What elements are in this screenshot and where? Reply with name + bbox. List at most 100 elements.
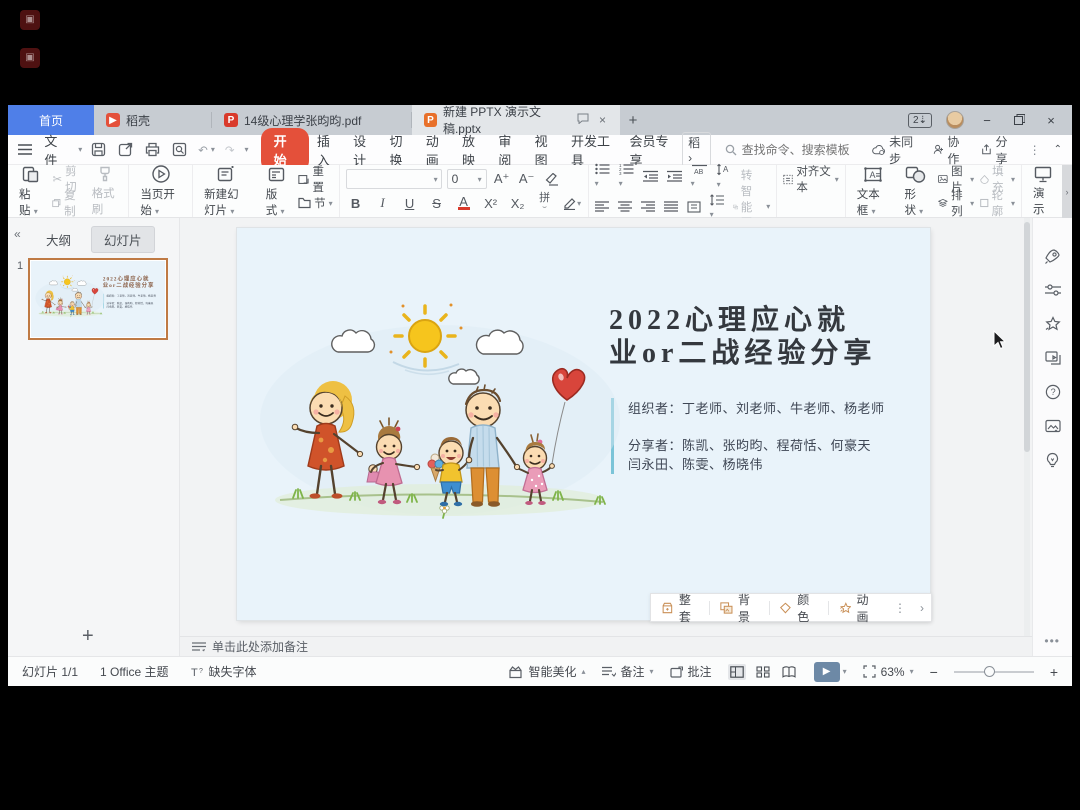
phonetic-guide-button[interactable]: 拼⌣: [535, 193, 555, 213]
to-smart-art-button[interactable]: 转智能图形 ▾: [733, 197, 771, 217]
slide-canvas[interactable]: 2022心理应心就 业or二战经验分享 组织者：丁老师、刘老师、牛老师、杨老师 …: [237, 228, 930, 620]
minimize-button[interactable]: −: [978, 113, 996, 128]
reading-view-button[interactable]: [780, 664, 798, 680]
quick-toolbar-more-icon[interactable]: ⋮: [887, 601, 913, 615]
slides-tab[interactable]: 幻灯片: [91, 226, 155, 253]
add-slide-button[interactable]: +: [82, 625, 94, 648]
save-icon[interactable]: [90, 141, 107, 158]
picture-button[interactable]: 图片 ▾: [938, 169, 974, 189]
text-direction-button[interactable]: AB▾: [691, 163, 708, 189]
increase-font-button[interactable]: A⁺: [492, 169, 512, 189]
superscript-button[interactable]: X²: [481, 193, 501, 213]
notes-toggle-button[interactable]: 备注 ▾: [602, 663, 654, 680]
sync-status[interactable]: 未同步: [872, 133, 920, 167]
align-left-button[interactable]: [595, 201, 609, 212]
outline-tab[interactable]: 大纲: [34, 227, 83, 252]
smart-beautify-button[interactable]: 智能美化 ▴: [508, 663, 585, 680]
font-color-button[interactable]: A: [454, 193, 474, 213]
reset-button[interactable]: 重置: [298, 169, 333, 189]
sidebar-more-icon[interactable]: •••: [1044, 634, 1060, 648]
rocket-boost-icon[interactable]: [1043, 246, 1063, 266]
hamburger-menu-icon[interactable]: [18, 141, 32, 158]
underline-button[interactable]: U: [400, 193, 420, 213]
restore-button[interactable]: [1010, 113, 1028, 128]
zoom-slider-knob[interactable]: [984, 666, 995, 677]
decrease-indent-button[interactable]: [643, 170, 658, 182]
zoom-out-button[interactable]: −: [930, 664, 938, 680]
close-window-button[interactable]: ×: [1042, 113, 1060, 128]
section-button[interactable]: 节 ▾: [298, 193, 333, 213]
undo-button[interactable]: ↶▾: [198, 140, 215, 160]
user-avatar[interactable]: [946, 111, 964, 129]
strikethrough-button[interactable]: S: [427, 193, 447, 213]
shapes-button[interactable]: 形状 ▾: [899, 163, 932, 220]
line-spacing-button[interactable]: A▾: [717, 163, 731, 190]
print-icon[interactable]: [144, 141, 161, 158]
animation-button[interactable]: 动画: [829, 594, 887, 621]
textbox-button[interactable]: A≡ 文本框 ▾: [852, 163, 894, 220]
copy-button[interactable]: 复制: [52, 193, 80, 213]
theme-indicator[interactable]: 1 Office 主题: [100, 663, 168, 680]
quickbar-more-caret[interactable]: ▾: [245, 145, 249, 154]
distribute-button[interactable]: [687, 201, 701, 213]
font-size-select[interactable]: 0▾: [447, 169, 487, 189]
missing-font-warning[interactable]: T? 缺失字体: [191, 663, 257, 680]
present-tools-button[interactable]: 演示: [1028, 163, 1058, 219]
download-manager-icon[interactable]: 2⇣: [908, 113, 932, 128]
media-library-icon[interactable]: [1043, 416, 1063, 436]
fill-button[interactable]: 填充 ▾: [980, 169, 1015, 189]
slide-thumbnail[interactable]: 2022心理应心就 业or二战经验分享 组织者：丁老师、刘老师、牛老师、杨老师 …: [28, 258, 168, 340]
theme-set-button[interactable]: 整套: [651, 594, 709, 621]
align-center-button[interactable]: [618, 201, 632, 212]
zoom-slider[interactable]: [954, 671, 1034, 673]
zoom-fit-control[interactable]: 63% ▾: [863, 665, 914, 679]
bullets-button[interactable]: ▾: [595, 163, 610, 189]
decrease-font-button[interactable]: A⁻: [517, 169, 537, 189]
command-search[interactable]: [725, 143, 872, 157]
paragraph-spacing-button[interactable]: ▾: [710, 194, 724, 220]
layout-button[interactable]: 版式 ▾: [261, 163, 292, 220]
italic-button[interactable]: I: [373, 193, 393, 213]
slide-title[interactable]: 2022心理应心就 业or二战经验分享: [609, 304, 929, 370]
arrange-button[interactable]: 排列 ▾: [938, 193, 974, 213]
outline-button[interactable]: 轮廓 ▾: [980, 193, 1015, 213]
zoom-in-button[interactable]: +: [1050, 664, 1058, 680]
new-slide-button[interactable]: 新建幻灯片 ▾: [199, 163, 255, 220]
increase-indent-button[interactable]: [667, 170, 682, 182]
help-icon[interactable]: ?: [1043, 382, 1063, 402]
bold-button[interactable]: B: [346, 193, 366, 213]
justify-button[interactable]: [664, 201, 678, 212]
settings-sliders-icon[interactable]: [1043, 280, 1063, 300]
print-preview-icon[interactable]: [171, 141, 188, 158]
notes-bar[interactable]: 单击此处添加备注: [180, 636, 1032, 656]
canvas-scrollbar[interactable]: [1024, 218, 1030, 636]
normal-view-button[interactable]: [728, 664, 746, 680]
clear-format-button[interactable]: [542, 169, 562, 189]
play-from-current-button[interactable]: 当页开始 ▾: [135, 162, 186, 220]
background-button[interactable]: 背景: [710, 594, 768, 621]
quick-toolbar-expand-icon[interactable]: ›: [913, 601, 931, 615]
align-right-button[interactable]: [641, 201, 655, 212]
highlight-button[interactable]: ▾: [562, 193, 582, 213]
collapse-panel-icon[interactable]: «: [14, 227, 21, 241]
cut-button[interactable]: ✂ 剪切: [52, 169, 80, 189]
idea-lamp-icon[interactable]: [1043, 450, 1063, 470]
slide-subtitle-block[interactable]: 组织者：丁老师、刘老师、牛老师、杨老师 分享者：陈凯、张昀昀、程荷恬、何豪天 闫…: [611, 398, 921, 474]
redo-button[interactable]: ↷: [225, 140, 235, 160]
tab-message-icon[interactable]: [575, 113, 591, 127]
export-icon[interactable]: [117, 141, 134, 158]
format-painter-button[interactable]: 格式刷: [87, 163, 123, 219]
search-input[interactable]: [742, 143, 872, 157]
panel-expand-handle[interactable]: ›: [1062, 165, 1072, 218]
font-name-select[interactable]: ▾: [346, 169, 442, 189]
colors-button[interactable]: 颜色: [769, 594, 827, 621]
subscript-button[interactable]: X₂: [508, 193, 528, 213]
align-text-button[interactable]: 对齐文本 ▾: [783, 169, 839, 189]
tab-docer[interactable]: ▶ 稻壳: [94, 105, 212, 135]
more-options-icon[interactable]: ⋮: [1029, 143, 1041, 157]
slide-sorter-view-button[interactable]: [754, 664, 772, 680]
collapse-ribbon-icon[interactable]: ⌃: [1054, 144, 1062, 155]
numbering-button[interactable]: 123▾: [619, 163, 634, 189]
paste-button[interactable]: 粘贴 ▾: [14, 163, 46, 220]
share-button[interactable]: 分享: [981, 133, 1016, 167]
